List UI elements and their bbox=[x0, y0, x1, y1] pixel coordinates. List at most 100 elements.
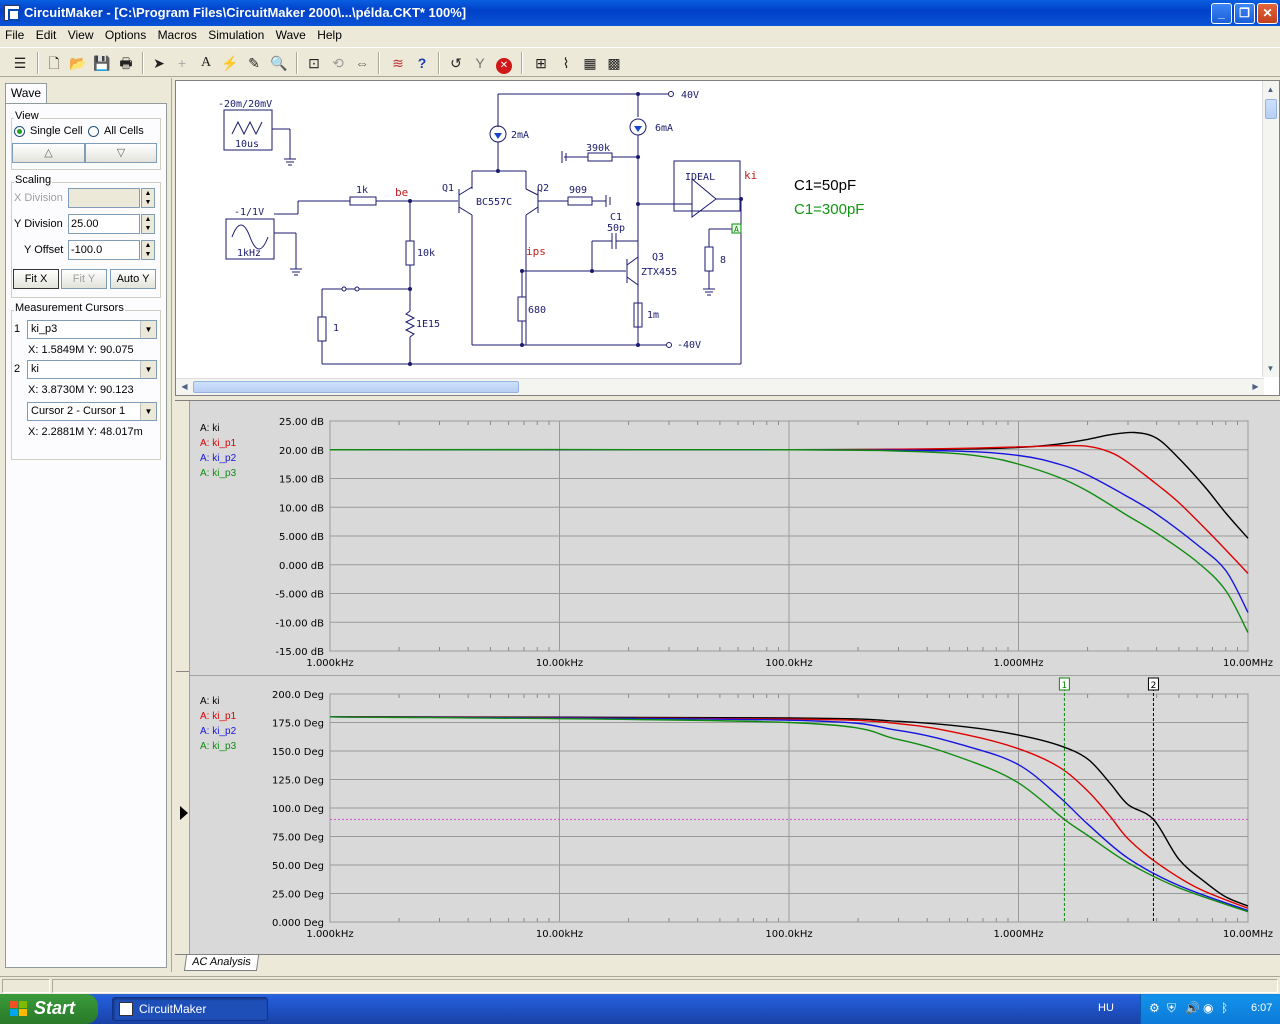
view-group-title: View bbox=[14, 110, 40, 122]
mirror-icon[interactable]: ⇔ bbox=[351, 52, 373, 74]
legend-ki-p1[interactable]: A: ki_p1 bbox=[200, 709, 236, 724]
network-icon[interactable]: ⚙ bbox=[1149, 1001, 1160, 1015]
language-indicator[interactable]: HU bbox=[1098, 1002, 1114, 1014]
node-be-label: be bbox=[395, 186, 408, 199]
y-division-label: Y Division bbox=[14, 218, 63, 230]
menu-file[interactable]: File bbox=[5, 26, 24, 42]
legend-ki[interactable]: A: ki bbox=[200, 694, 236, 709]
auto-y-button[interactable]: Auto Y bbox=[110, 269, 156, 289]
shield-icon[interactable]: ⛨ bbox=[1167, 1001, 1176, 1016]
x-division-field[interactable] bbox=[68, 188, 140, 208]
wire-tool-icon[interactable]: + bbox=[171, 52, 193, 74]
ztx-label: ZTX455 bbox=[641, 267, 677, 278]
schematic-canvas[interactable]: -20m/20mV 10us -1/1V 1kHz 1k Q1 BC557C Q… bbox=[175, 80, 1280, 396]
fit-x-button[interactable]: Fit X bbox=[13, 269, 59, 289]
chevron-down-icon[interactable]: ▼ bbox=[140, 321, 156, 338]
reset-icon[interactable]: ↺ bbox=[445, 52, 467, 74]
menu-help[interactable]: Help bbox=[317, 26, 342, 42]
pen-tool-icon[interactable]: ✎ bbox=[243, 52, 265, 74]
schematic-vertical-scrollbar[interactable]: ▲ ▼ bbox=[1262, 81, 1279, 377]
y-offset-field[interactable]: -100.0 bbox=[68, 240, 140, 260]
volume-icon[interactable]: 🔊 bbox=[1185, 1001, 1200, 1015]
app-icon[interactable] bbox=[4, 5, 20, 21]
legend-ki-p1[interactable]: A: ki_p1 bbox=[200, 436, 236, 451]
y-tick-label: 25.00 Deg bbox=[272, 890, 324, 901]
all-cells-radio[interactable] bbox=[88, 126, 99, 137]
legend-ki-p3[interactable]: A: ki_p3 bbox=[200, 739, 236, 754]
cursor2-select[interactable]: ki ▼ bbox=[27, 360, 157, 379]
cursor1-select[interactable]: ki_p3 ▼ bbox=[27, 320, 157, 339]
menu-options[interactable]: Options bbox=[105, 26, 146, 42]
rotate-icon[interactable]: ⟲ bbox=[327, 52, 349, 74]
cursor-marker-label: 2 bbox=[1151, 681, 1157, 691]
menu-wave[interactable]: Wave bbox=[276, 26, 306, 42]
phase-legend: A: ki A: ki_p1 A: ki_p2 A: ki_p3 bbox=[200, 694, 236, 754]
start-button[interactable]: Start bbox=[0, 994, 98, 1024]
help-icon[interactable]: ? bbox=[411, 52, 433, 74]
scope-icon[interactable]: ▦ bbox=[579, 52, 601, 74]
minimize-button[interactable]: _ bbox=[1211, 3, 1232, 24]
cell-up-button[interactable]: △ bbox=[12, 143, 85, 163]
legend-ki[interactable]: A: ki bbox=[200, 421, 236, 436]
wire-color-icon[interactable]: ≋ bbox=[387, 52, 409, 74]
maximize-button[interactable]: ❐ bbox=[1234, 3, 1255, 24]
taskbar-item-circuitmaker[interactable]: CircuitMaker bbox=[112, 997, 268, 1021]
zoom-fit-icon[interactable]: ⊡ bbox=[303, 52, 325, 74]
open-file-icon[interactable]: 📂 bbox=[67, 52, 89, 74]
cursor-diff-select[interactable]: Cursor 2 - Cursor 1 ▼ bbox=[27, 402, 157, 421]
step-icon[interactable]: Y bbox=[469, 52, 491, 74]
legend-ki-p3[interactable]: A: ki_p3 bbox=[200, 466, 236, 481]
x-tick-label: 10.00kHz bbox=[536, 658, 583, 669]
probe-tool-icon[interactable]: ⚡ bbox=[219, 52, 241, 74]
phase-plot: 1.000kHz 10.00kHz 100.0kHz 1.000MHz 10.00MHz… bbox=[272, 677, 1273, 940]
display-icon[interactable]: ◉ bbox=[1203, 1001, 1213, 1015]
close-button[interactable]: ✕ bbox=[1257, 3, 1278, 24]
scroll-up-icon[interactable]: ▲ bbox=[1263, 82, 1278, 97]
analysis-setup-icon[interactable]: ⊞ bbox=[530, 52, 552, 74]
y-tick-label: 15.00 dB bbox=[279, 475, 324, 486]
menu-edit[interactable]: Edit bbox=[36, 26, 57, 42]
waveform-icon[interactable]: ⌇ bbox=[555, 52, 577, 74]
stop-icon[interactable]: ✕ bbox=[493, 52, 515, 74]
trace-icon[interactable]: ▩ bbox=[603, 52, 625, 74]
magnitude-plot: 1.000kHz 10.00kHz 100.0kHz 1.000MHz 10.00MHz… bbox=[275, 417, 1273, 669]
menu-simulation[interactable]: Simulation bbox=[208, 26, 264, 42]
x-division-spinner[interactable]: ▲ ▼ bbox=[141, 188, 155, 208]
scroll-thumb[interactable] bbox=[193, 381, 519, 393]
y-tick-label: -5.000 dB bbox=[275, 590, 324, 601]
y-division-spinner[interactable]: ▲ ▼ bbox=[141, 214, 155, 234]
node-ips-label: ips bbox=[526, 245, 546, 258]
scroll-thumb[interactable] bbox=[1265, 99, 1277, 119]
tab-ac-analysis[interactable]: AC Analysis bbox=[183, 955, 259, 971]
chevron-down-icon[interactable]: ▼ bbox=[140, 361, 156, 378]
text-tool-icon[interactable]: A bbox=[195, 52, 217, 74]
legend-ki-p2[interactable]: A: ki_p2 bbox=[200, 724, 236, 739]
save-icon[interactable]: 💾 bbox=[91, 52, 113, 74]
chevron-down-icon[interactable]: ▼ bbox=[140, 403, 156, 420]
y-tick-label: 25.00 dB bbox=[279, 417, 324, 428]
x-tick-label: 10.00MHz bbox=[1223, 658, 1273, 669]
y-offset-spinner[interactable]: ▲ ▼ bbox=[141, 240, 155, 260]
probe-label: A bbox=[734, 225, 739, 234]
schematic-horizontal-scrollbar[interactable]: ◀ ▶ bbox=[176, 378, 1264, 395]
y-division-field[interactable]: 25.00 bbox=[68, 214, 140, 234]
waveform-area[interactable]: 1.000kHz 10.00kHz 100.0kHz 1.000MHz 10.00MHz… bbox=[175, 400, 1280, 955]
fit-y-button[interactable]: Fit Y bbox=[61, 269, 107, 289]
menu-macros[interactable]: Macros bbox=[158, 26, 197, 42]
single-cell-radio[interactable] bbox=[14, 126, 25, 137]
arrow-tool-icon[interactable]: ➤ bbox=[148, 52, 170, 74]
scroll-right-icon[interactable]: ▶ bbox=[1248, 379, 1263, 394]
device-selection-icon[interactable]: ☰ bbox=[9, 52, 31, 74]
status-cell bbox=[52, 979, 1278, 993]
zoom-tool-icon[interactable]: 🔍 bbox=[268, 52, 290, 74]
menu-view[interactable]: View bbox=[68, 26, 94, 42]
tab-wave[interactable]: Wave bbox=[5, 83, 47, 103]
legend-ki-p2[interactable]: A: ki_p2 bbox=[200, 451, 236, 466]
scroll-down-icon[interactable]: ▼ bbox=[1263, 361, 1278, 376]
print-icon[interactable]: 🖶 bbox=[115, 52, 137, 74]
bluetooth-icon[interactable]: ᛒ bbox=[1221, 1001, 1228, 1015]
y-tick-label: 125.0 Deg bbox=[272, 776, 324, 787]
cell-down-button[interactable]: ▽ bbox=[85, 143, 157, 163]
new-file-icon[interactable]: 🗋 bbox=[43, 52, 65, 74]
scroll-left-icon[interactable]: ◀ bbox=[177, 379, 192, 394]
